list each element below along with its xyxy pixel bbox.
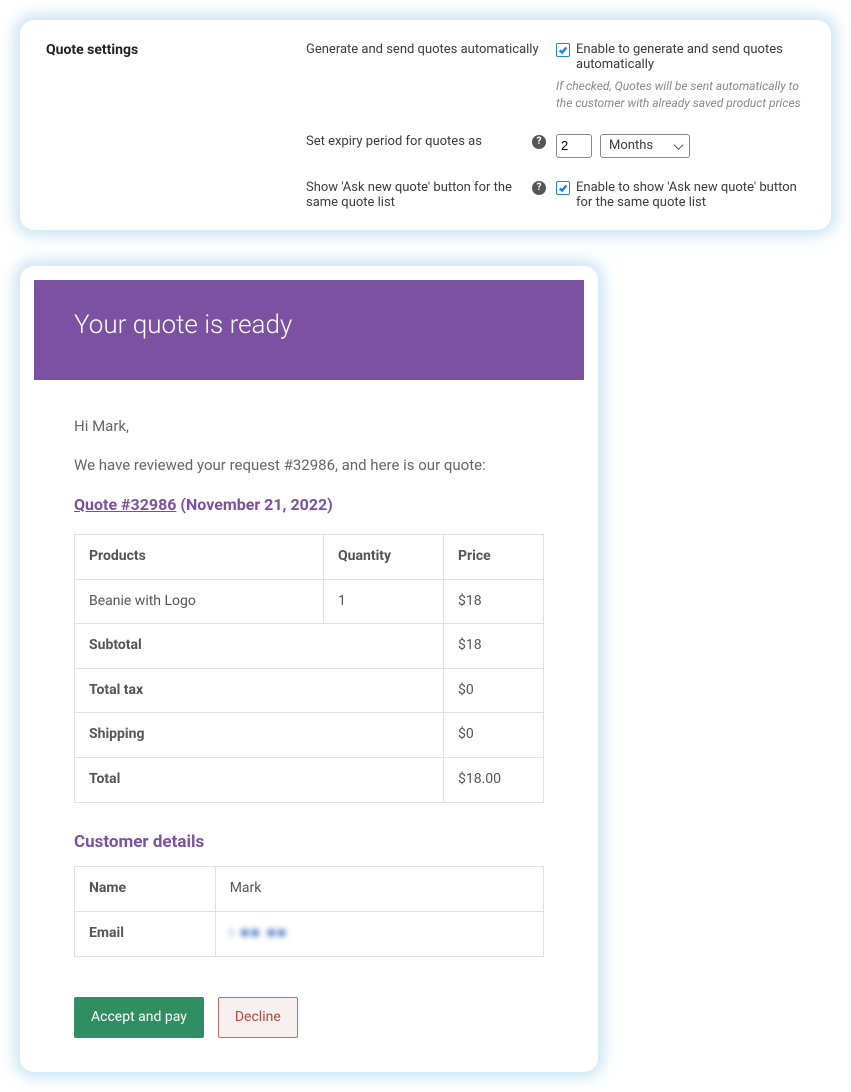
summary-label: Total tax — [75, 668, 444, 713]
table-row: Subtotal $18 — [75, 624, 544, 669]
col-quantity: Quantity — [324, 534, 444, 579]
checkbox-auto-send-label: Enable to generate and send quotes autom… — [576, 42, 805, 72]
quote-date: (November 21, 2022) — [180, 495, 332, 514]
email-intro: We have reviewed your request #32986, an… — [74, 455, 544, 476]
settings-label-expiry: Set expiry period for quotes as — [306, 134, 482, 149]
customer-name-label: Name — [75, 867, 216, 912]
summary-value: $18.00 — [444, 757, 544, 802]
settings-section-title: Quote settings — [46, 42, 306, 58]
help-icon[interactable]: ? — [532, 181, 546, 195]
checkbox-ask-new-label: Enable to show 'Ask new quote' button fo… — [576, 180, 805, 210]
customer-details-title: Customer details — [74, 831, 544, 855]
email-action-buttons: Accept and pay Decline — [74, 997, 544, 1039]
table-row: Beanie with Logo 1 $18 — [75, 579, 544, 624]
table-row: Email i ■■ ■■ — [75, 911, 544, 956]
col-products: Products — [75, 534, 324, 579]
checkbox-ask-new[interactable] — [556, 181, 570, 195]
summary-value: $0 — [444, 713, 544, 758]
quote-items-table: Products Quantity Price Beanie with Logo… — [74, 534, 544, 803]
summary-label: Subtotal — [75, 624, 444, 669]
settings-label-ask-new: Show 'Ask new quote' button for the same… — [306, 180, 526, 210]
customer-details-table: Name Mark Email i ■■ ■■ — [74, 866, 544, 956]
settings-row-expiry: Set expiry period for quotes as ? Months — [46, 134, 805, 158]
table-row: Shipping $0 — [75, 713, 544, 758]
table-row: Total $18.00 — [75, 757, 544, 802]
accept-and-pay-button[interactable]: Accept and pay — [74, 997, 204, 1039]
expiry-unit-select[interactable]: Months — [600, 134, 690, 158]
expiry-value-input[interactable] — [556, 134, 592, 158]
customer-email-label: Email — [75, 911, 216, 956]
help-icon[interactable]: ? — [532, 135, 546, 149]
email-header: Your quote is ready — [34, 280, 584, 380]
item-price: $18 — [444, 579, 544, 624]
table-row: Total tax $0 — [75, 668, 544, 713]
table-row: Name Mark — [75, 867, 544, 912]
checkbox-auto-send[interactable] — [556, 43, 570, 57]
col-price: Price — [444, 534, 544, 579]
settings-row-ask-new: Show 'Ask new quote' button for the same… — [46, 180, 805, 210]
summary-label: Shipping — [75, 713, 444, 758]
item-quantity: 1 — [324, 579, 444, 624]
item-product: Beanie with Logo — [75, 579, 324, 624]
summary-label: Total — [75, 757, 444, 802]
quote-email-panel: Your quote is ready Hi Mark, We have rev… — [20, 266, 598, 1073]
customer-email-value: i ■■ ■■ — [215, 911, 543, 956]
decline-button[interactable]: Decline — [218, 997, 298, 1039]
settings-label-auto: Generate and send quotes automatically — [306, 42, 539, 57]
summary-value: $0 — [444, 668, 544, 713]
settings-row-auto: Quote settings Generate and send quotes … — [46, 42, 805, 112]
customer-name-value: Mark — [215, 867, 543, 912]
email-title: Your quote is ready — [74, 310, 292, 340]
summary-value: $18 — [444, 624, 544, 669]
quote-settings-panel: Quote settings Generate and send quotes … — [20, 20, 831, 230]
email-greeting: Hi Mark, — [74, 416, 544, 437]
expiry-unit-value: Months — [609, 138, 653, 153]
auto-send-hint: If checked, Quotes will be sent automati… — [556, 78, 805, 112]
quote-link-line: Quote #32986 (November 21, 2022) — [74, 494, 544, 516]
quote-link[interactable]: Quote #32986 — [74, 495, 176, 514]
